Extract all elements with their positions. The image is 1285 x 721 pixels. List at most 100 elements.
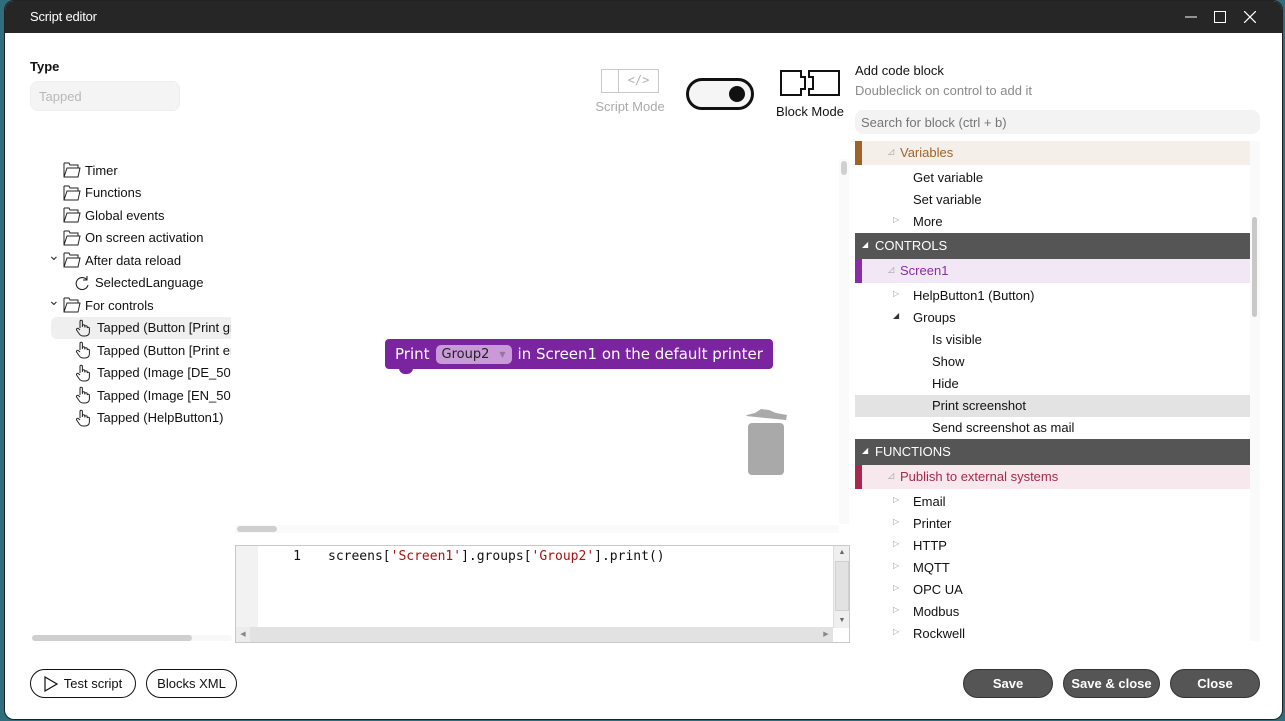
scrollbar-thumb[interactable] xyxy=(1252,217,1257,317)
event-tree-item[interactable]: On screen activation xyxy=(45,227,231,249)
block-list-item[interactable]: ▷ Modbus xyxy=(855,601,1260,623)
block-list-item[interactable]: ▷ Email xyxy=(855,491,1260,513)
event-tree-scrollbar[interactable] xyxy=(32,635,232,641)
blocks-xml-button[interactable]: Blocks XML xyxy=(146,669,237,698)
expanded-triangle-icon: ◿ xyxy=(888,265,895,274)
maximize-button[interactable] xyxy=(1209,7,1231,27)
scroll-up-icon[interactable]: ▲ xyxy=(834,546,850,560)
event-tree-item[interactable]: Functions xyxy=(45,182,231,204)
save-button[interactable]: Save xyxy=(963,669,1053,698)
code-editor[interactable]: 1 screens['Screen1'].groups['Group2'].pr… xyxy=(235,545,850,643)
group-dropdown-value: Group2 xyxy=(441,346,490,362)
minimize-button[interactable] xyxy=(1180,7,1202,27)
chevron-down-icon[interactable]: ⌄ xyxy=(48,247,60,264)
block-list-item[interactable]: ▷ MQTT xyxy=(855,557,1260,579)
block-list-item[interactable]: ▷ More xyxy=(855,211,1260,233)
block-mode-option[interactable]: Block Mode xyxy=(775,69,845,119)
block-list-item[interactable]: ▷ Rockwell xyxy=(855,623,1260,641)
event-tree-item[interactable]: Global events xyxy=(45,204,231,226)
trash-icon[interactable] xyxy=(743,405,791,477)
print-group-block[interactable]: Print Group2 ▼ in Screen1 on the default… xyxy=(385,339,773,374)
block-list-item[interactable]: ▷ Printer xyxy=(855,513,1260,535)
section-label: CONTROLS xyxy=(875,238,948,253)
block-list-item[interactable]: Show xyxy=(855,351,1260,373)
category-label: Screen1 xyxy=(900,263,949,278)
dropdown-arrow-icon: ▼ xyxy=(499,349,506,359)
expanded-triangle-icon[interactable]: ◢ xyxy=(893,311,899,320)
event-tree-item-label: Tapped (Image [DE_50.png xyxy=(97,365,231,380)
block-section-header[interactable]: ◢ CONTROLS xyxy=(855,233,1260,259)
close-button[interactable]: Close xyxy=(1170,669,1260,698)
hand-pointer-icon xyxy=(75,364,93,382)
scroll-down-icon[interactable]: ▼ xyxy=(834,614,850,628)
close-icon xyxy=(1244,11,1256,23)
script-mode-label: Script Mode xyxy=(595,99,665,114)
test-script-button[interactable]: Test script xyxy=(30,669,136,698)
code-horizontal-scrollbar[interactable]: ◀ ▶ xyxy=(236,627,833,642)
category-color-bar xyxy=(855,259,862,283)
block-list-item[interactable]: ◢ Groups xyxy=(855,307,1260,329)
event-tree-item[interactable]: Timer xyxy=(45,159,231,181)
save-close-button[interactable]: Save & close xyxy=(1063,669,1160,698)
close-window-button[interactable] xyxy=(1239,7,1261,27)
block-list-item[interactable]: Get variable xyxy=(855,167,1260,189)
block-list-item[interactable]: Set variable xyxy=(855,189,1260,211)
block-list-item[interactable]: Is visible xyxy=(855,329,1260,351)
event-tree-item-label: Tapped (Image [EN_50.png xyxy=(97,387,231,403)
block-prefix: Print xyxy=(395,345,430,363)
event-tree-item[interactable]: ⌄ After data reload xyxy=(45,247,231,271)
block-list-item[interactable]: Send screenshot as mail xyxy=(855,417,1260,439)
block-list-scrollbar[interactable] xyxy=(1250,141,1260,641)
block-category[interactable]: ◿ Publish to external systems xyxy=(855,465,1260,489)
block-category[interactable]: ◿ Screen1 xyxy=(855,259,1260,283)
group-dropdown[interactable]: Group2 ▼ xyxy=(435,344,512,364)
event-tree-item[interactable]: Tapped (HelpButton1) xyxy=(45,407,231,429)
block-item-label: Get variable xyxy=(913,170,984,185)
window-title: Script editor xyxy=(30,9,97,24)
scrollbar-thumb[interactable] xyxy=(841,161,847,175)
collapsed-triangle-icon[interactable]: ▷ xyxy=(893,495,899,504)
collapsed-triangle-icon[interactable]: ▷ xyxy=(893,583,899,592)
hand-pointer-icon xyxy=(75,319,93,337)
scrollbar-thumb[interactable] xyxy=(32,635,192,641)
code-string: 'Screen1' xyxy=(390,549,462,564)
event-tree-item[interactable]: Tapped (Button [Print entire xyxy=(45,339,231,361)
collapsed-triangle-icon[interactable]: ▷ xyxy=(893,561,899,570)
block-list-item[interactable]: ▷ OPC UA xyxy=(855,579,1260,601)
event-tree-item[interactable]: SelectedLanguage xyxy=(45,272,231,294)
block-suffix: in Screen1 on the default printer xyxy=(517,345,763,363)
canvas-vertical-scrollbar[interactable] xyxy=(839,159,849,524)
block-list-item[interactable]: ▷ HTTP xyxy=(855,535,1260,557)
block-search-input[interactable] xyxy=(855,110,1260,134)
collapsed-triangle-icon[interactable]: ▷ xyxy=(893,517,899,526)
event-tree-item[interactable]: Tapped (Image [EN_50.png xyxy=(45,384,231,406)
scroll-right-icon[interactable]: ▶ xyxy=(819,627,833,642)
block-list-item[interactable]: Print screenshot xyxy=(855,395,1260,417)
collapsed-triangle-icon[interactable]: ▷ xyxy=(893,605,899,614)
block-section-header[interactable]: ◢ FUNCTIONS xyxy=(855,439,1260,465)
collapsed-triangle-icon[interactable]: ▷ xyxy=(893,539,899,548)
toggle-knob xyxy=(729,86,745,102)
code-vertical-scrollbar[interactable]: ▲ ▼ xyxy=(833,546,849,628)
hand-pointer-icon xyxy=(75,409,93,427)
code-gutter xyxy=(236,546,258,628)
collapsed-triangle-icon[interactable]: ▷ xyxy=(893,627,899,636)
code-line[interactable]: screens['Screen1'].groups['Group2'].prin… xyxy=(328,549,665,564)
chevron-down-icon[interactable]: ⌄ xyxy=(48,292,60,309)
event-tree-item[interactable]: Tapped (Button [Print group xyxy=(51,316,231,339)
block-category[interactable]: ◿ Variables xyxy=(855,141,1260,165)
scrollbar-thumb[interactable] xyxy=(835,561,849,611)
event-tree-item[interactable]: ⌄ For controls xyxy=(45,292,231,316)
event-tree-item[interactable]: Tapped (Image [DE_50.png xyxy=(45,362,231,384)
canvas-horizontal-scrollbar[interactable] xyxy=(235,525,839,533)
event-tree-item-label: Timer xyxy=(85,162,118,178)
block-list-item[interactable]: ▷ HelpButton1 (Button) xyxy=(855,285,1260,307)
script-mode-option[interactable]: </> Script Mode xyxy=(595,69,665,114)
scroll-left-icon[interactable]: ◀ xyxy=(236,627,250,642)
collapsed-triangle-icon[interactable]: ▷ xyxy=(893,289,899,298)
mode-toggle[interactable] xyxy=(686,78,754,110)
scrollbar-thumb[interactable] xyxy=(237,526,277,532)
collapsed-triangle-icon[interactable]: ▷ xyxy=(893,215,899,224)
block-list-item[interactable]: Hide xyxy=(855,373,1260,395)
title-bar: Script editor xyxy=(5,1,1282,33)
